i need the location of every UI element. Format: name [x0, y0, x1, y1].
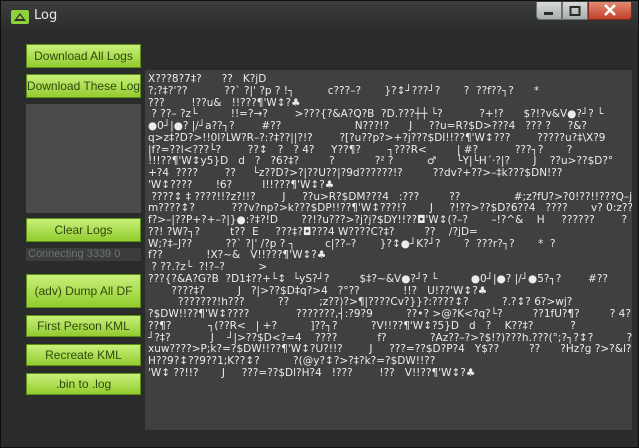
maximize-icon [569, 1, 581, 20]
clear-logs-button[interactable]: Clear Logs [26, 218, 141, 242]
log-line: X???8?7‡? ?? K?jD [148, 73, 267, 85]
close-button[interactable] [588, 2, 632, 20]
log-line: ?;?‡?'?? ??` ?|' ?p ? !┐ c???–? }?↕┘???┘… [148, 84, 540, 97]
minimize-icon [543, 1, 555, 20]
log-line: H??9?↕??9??1;K??↕? ?(@y?↕?>?‡?k?=?$DW!!?… [148, 355, 436, 367]
bin-to-log-button[interactable]: .bin to .log [26, 373, 141, 395]
recreate-kml-button[interactable]: Recreate KML [26, 344, 141, 366]
connection-status: Connecting 3339 0 [26, 248, 141, 261]
log-line: 'W↕???? !6? I!!???¶'W↕?♣ [148, 178, 335, 191]
title-bar[interactable]: Log [1, 1, 638, 31]
log-line: +?4 ???? ?? └z??D?>?|??U??|?9d??????!? ?… [148, 167, 563, 179]
log-line: ? ??.?z└ ?!?–? > [148, 261, 268, 273]
maximize-button[interactable] [562, 2, 588, 20]
log-line: ??¶? ┐(??R< | +? ]??┐? ?V!!??¶'W↕?5}D d … [148, 319, 576, 332]
minimize-button[interactable] [536, 2, 562, 20]
dump-all-df-button[interactable]: (adv) Dump All DF [26, 274, 141, 308]
window-controls [536, 2, 632, 22]
close-icon [603, 1, 617, 20]
log-line: 'W↕ ??!!? J ???=??$Dl?H?4 !??? !?? V!!??… [148, 366, 476, 379]
log-line: ●0┘|●? |/┘a??┐? #?? N???!? J ??u=R?$D>??… [148, 120, 587, 132]
log-line: ???{?&A?G?B ?D1‡??+└↕ └yS?┘? $‡?~&V●?┘? … [148, 272, 609, 285]
log-window: Log Download All Logs Download These Log [0, 0, 639, 448]
log-output[interactable]: X???8?7‡? ?? K?jD ?;?‡?'?? ??` ?|' ?p ? !… [145, 70, 632, 430]
log-line: f?>–|??P+?+–?|}●:?‡?!D ??!?u???>?j?j?$DY… [148, 214, 628, 226]
download-all-logs-button[interactable]: Download All Logs [26, 44, 141, 68]
window-title: Log [34, 8, 58, 23]
first-person-kml-button[interactable]: First Person KML [26, 315, 141, 337]
download-these-log-button[interactable]: Download These Log [26, 74, 141, 98]
empty-panel [26, 104, 141, 213]
log-text: X???8?7‡? ?? K?jD ?;?‡?'?? ??` ?|' ?p ? !… [145, 70, 632, 380]
log-line: q>z‡?D?>!!0l?LW?R–?:?‡??||?!? ?[?u??p?>+… [148, 131, 606, 144]
log-line: ??! ?W?┐? t?? E ???‡?◘???4 W????C?‡? ?? … [148, 225, 478, 238]
log-line: ?$DW!!??¶'W↕???? ???????,┤:?9?9 ??•? >@?… [148, 308, 631, 320]
app-logo-icon [11, 9, 29, 24]
